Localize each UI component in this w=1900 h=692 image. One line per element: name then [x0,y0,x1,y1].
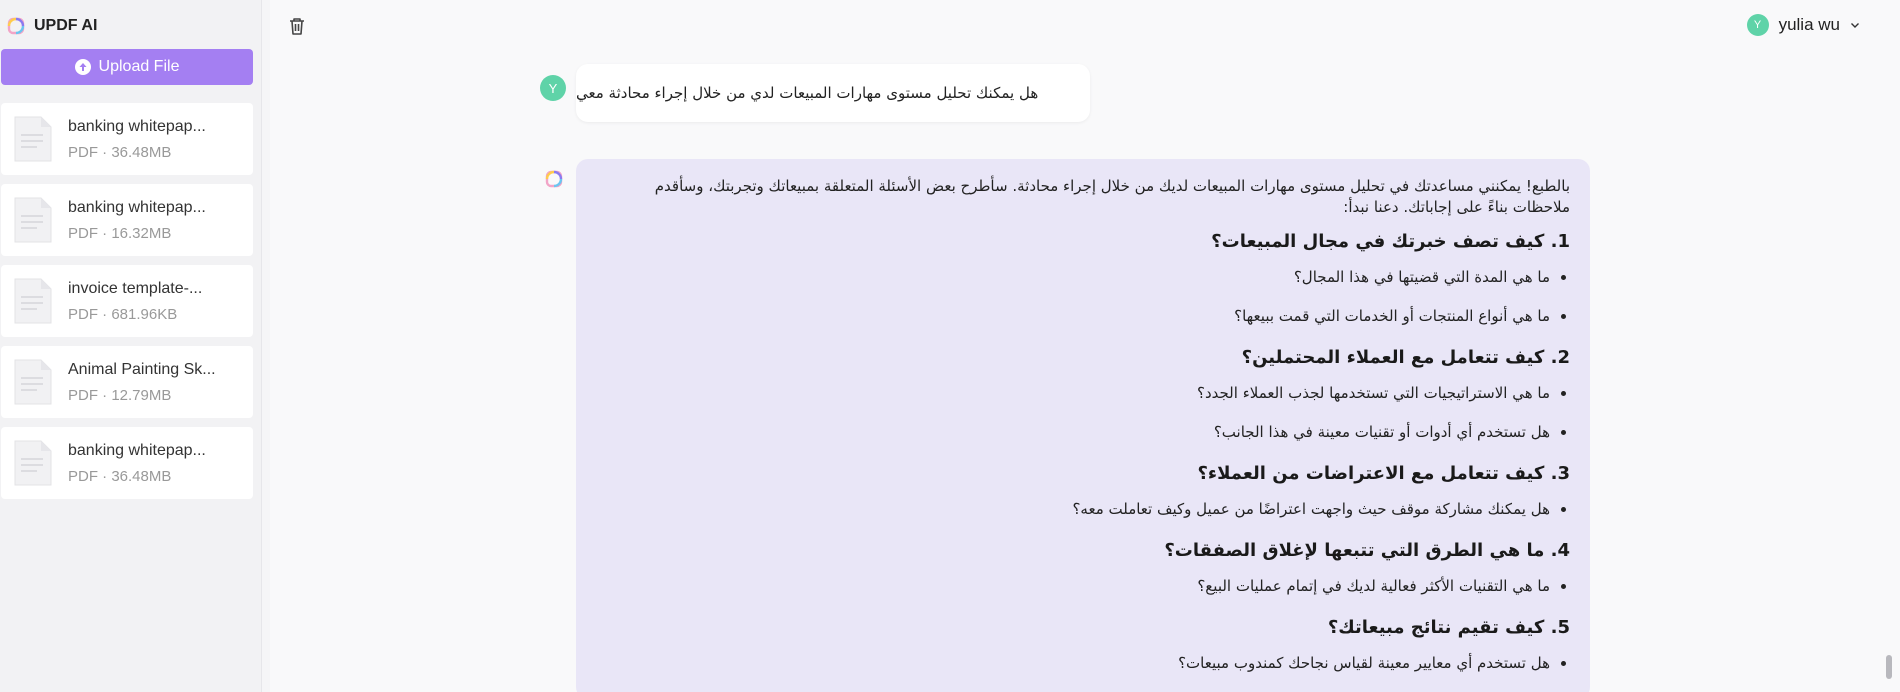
question-item: هل تستخدم أي أدوات أو تقنيات معينة في هذ… [630,421,1570,443]
file-meta: PDF · 681.96KB [68,305,178,323]
question-item: ما هي الاستراتيجيات التي تستخدمها لجذب ا… [630,382,1570,404]
question-item: ما هي أنواع المنتجات أو الخدمات التي قمت… [630,305,1570,327]
question-item: هل يمكنك مشاركة موقف حيث واجهت اعتراضًا … [630,498,1570,520]
file-name: banking whitepap... [68,441,206,459]
question-item: هل تستخدم أي معايير معينة لقياس نجاحك كم… [630,652,1570,674]
upload-icon [74,59,91,75]
brand: UPDF AI [7,15,97,37]
file-meta: PDF · 36.48MB [68,467,172,485]
scrollbar[interactable] [1886,655,1892,679]
file-item[interactable]: banking whitepap... PDF · 16.32MB [1,184,253,256]
chat-area: Y yulia wu Y هل يمكنك تحليل مستوى مهارات… [270,0,1900,692]
file-icon [14,197,52,243]
question-heading: 5. كيف تقيم نتائج مبيعاتك؟ [1327,617,1570,638]
upload-file-label: Upload File [98,58,180,75]
ai-message: بالطبع! يمكنني مساعدتك في تحليل مستوى مه… [576,159,1590,692]
sidebar: UPDF AI Upload File banking whitepap... P… [0,0,262,692]
file-item[interactable]: invoice template-... PDF · 681.96KB [1,265,253,337]
file-name: invoice template-... [68,279,203,297]
chevron-down-icon [1851,23,1859,28]
app-name: UPDF AI [34,17,98,34]
user-message-avatar: Y [540,75,566,101]
user-menu[interactable]: Y yulia wu [1746,14,1860,36]
file-item[interactable]: banking whitepap... PDF · 36.48MB [1,103,253,175]
file-meta: PDF · 12.79MB [68,386,172,404]
file-name: banking whitepap... [68,198,206,216]
file-name: Animal Painting Sk... [68,360,216,378]
trash-icon[interactable] [288,16,306,36]
file-icon [14,116,52,162]
question-heading: 3. كيف تتعامل مع الاعتراضات من العملاء؟ [1197,463,1570,484]
question-item: ما هي التقنيات الأكثر فعالية لديك في إتم… [630,575,1570,597]
updf-logo-icon [7,17,25,35]
user-message-text: هل يمكنك تحليل مستوى مهارات المبيعات لدي… [576,84,1039,102]
file-list: banking whitepap... PDF · 36.48MB banking… [1,103,253,508]
question-heading: 1. كيف تصف خبرتك في مجال المبيعات؟ [1211,231,1570,252]
question-item: ما هي المدة التي قضيتها في هذا المجال؟ [630,266,1570,288]
avatar: Y [1746,14,1769,36]
question-heading: 4. ما هي الطرق التي تتبعها لإغلاق الصفقا… [1164,540,1570,561]
file-icon [14,440,52,486]
question-heading: 2. كيف تتعامل مع العملاء المحتملين؟ [1241,347,1570,368]
ai-assistant-icon [545,170,563,188]
user-name: yulia wu [1778,15,1840,34]
file-meta: PDF · 16.32MB [68,224,172,242]
ai-intro-text: بالطبع! يمكنني مساعدتك في تحليل مستوى مه… [654,177,1570,216]
file-icon [14,359,52,405]
file-item[interactable]: banking whitepap... PDF · 36.48MB [1,427,253,499]
file-name: banking whitepap... [68,117,206,135]
upload-file-button[interactable]: Upload File [1,49,253,85]
file-item[interactable]: Animal Painting Sk... PDF · 12.79MB [1,346,253,418]
file-meta: PDF · 36.48MB [68,143,172,161]
user-message: هل يمكنك تحليل مستوى مهارات المبيعات لدي… [576,64,1090,122]
file-icon [14,278,52,324]
